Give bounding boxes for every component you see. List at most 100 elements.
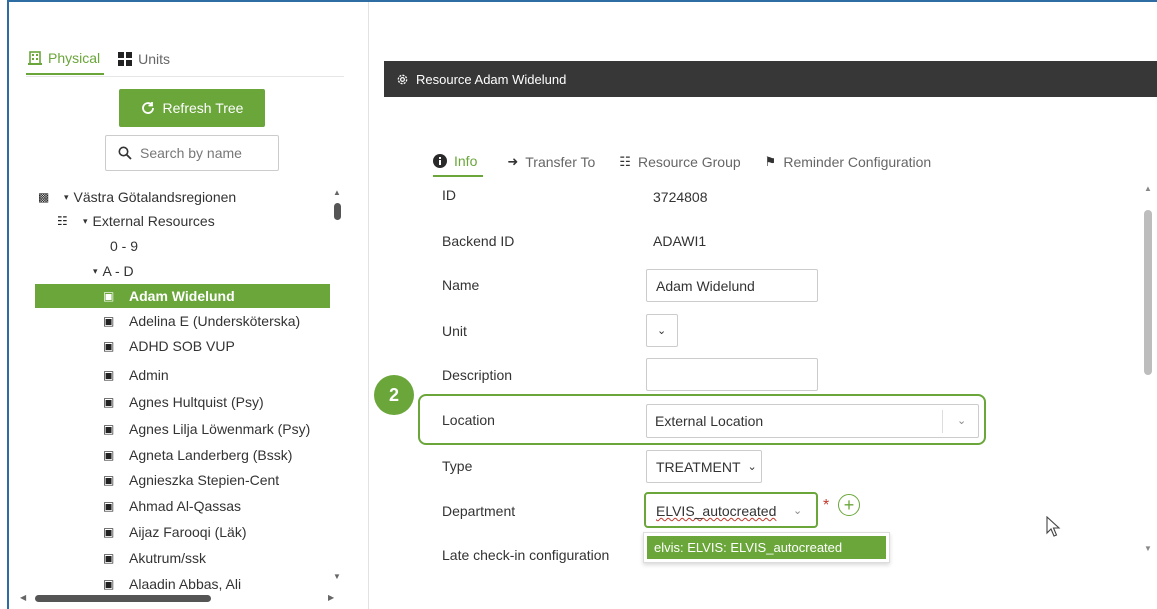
tree-item[interactable]: ▣ Agnes Hultquist (Psy): [103, 390, 264, 414]
tree-vertical-scrollbar[interactable]: ▲ ▼: [330, 180, 344, 586]
department-label: Department: [442, 503, 516, 519]
tree-node-external-resources[interactable]: ☷ ▾ External Resources: [57, 209, 215, 233]
tree-tabs: Physical Units: [26, 49, 186, 75]
backend-id-label: Backend ID: [442, 233, 515, 249]
resource-tabs: Info ➜ Transfer To ☷ Resource Group ⚑ Re…: [433, 147, 955, 177]
building-icon: [28, 51, 42, 65]
chevron-down-icon[interactable]: ⌄: [957, 414, 966, 427]
gear-icon: [397, 74, 408, 84]
tree-node-a-d[interactable]: ▾ A - D: [93, 259, 134, 283]
department-select-value: ELVIS_autocreated: [656, 503, 777, 519]
org-icon: ▩: [38, 190, 50, 204]
bell-icon: ⚑: [764, 154, 777, 169]
person-icon: ▣: [103, 422, 115, 436]
person-icon: ▣: [103, 473, 115, 487]
refresh-icon: [141, 102, 154, 114]
id-value: 3724808: [653, 189, 708, 205]
person-icon: ▣: [103, 314, 115, 328]
tab-units[interactable]: Units: [116, 49, 174, 75]
tab-transfer-label: Transfer To: [525, 154, 596, 170]
tree-item[interactable]: ▣ Agnieszka Stepien-Cent: [103, 468, 279, 492]
tree-item[interactable]: ▣ ADHD SOB VUP: [103, 334, 235, 358]
location-select[interactable]: External Location ⌄: [646, 404, 979, 438]
tree-item-label: Agneta Landerberg (Bssk): [129, 447, 293, 463]
name-input[interactable]: Adam Widelund: [646, 269, 818, 302]
tab-resource-group[interactable]: ☷ Resource Group: [619, 147, 740, 177]
tree-item-label: Agnieszka Stepien-Cent: [129, 472, 280, 488]
caret-down-icon[interactable]: ▾: [93, 266, 98, 277]
department-option[interactable]: elvis: ELVIS: ELVIS_autocreated: [647, 536, 886, 559]
tree-node-region[interactable]: ▩ ▾ Västra Götalandsregionen: [38, 185, 236, 209]
tree-item[interactable]: ▣ Agneta Landerberg (Bssk): [103, 443, 292, 467]
scroll-down-icon[interactable]: ▼: [333, 572, 341, 581]
tab-info-label: Info: [454, 153, 478, 169]
tab-physical[interactable]: Physical: [26, 49, 105, 75]
refresh-tree-label: Refresh Tree: [162, 100, 244, 116]
tree-item-label: Aijaz Farooqi (Läk): [129, 524, 247, 540]
scroll-thumb[interactable]: [1144, 210, 1152, 375]
grid-icon: [118, 52, 133, 66]
tab-resource-group-label: Resource Group: [637, 154, 741, 170]
scroll-right-icon[interactable]: ▶: [328, 593, 334, 602]
person-icon: ▣: [103, 525, 115, 539]
person-icon: ▣: [103, 368, 115, 382]
tree-item-label: Adelina E (Undersköterska): [129, 313, 301, 329]
tree-item-label: Akutrum/ssk: [129, 550, 207, 566]
person-icon: ▣: [103, 551, 115, 565]
scroll-thumb[interactable]: [35, 595, 211, 602]
tab-reminder-label: Reminder Configuration: [783, 154, 932, 170]
tree-item[interactable]: ▣ Adelina E (Undersköterska): [103, 309, 300, 333]
type-select-value: TREATMENT: [656, 458, 741, 475]
person-icon: ▣: [103, 499, 115, 513]
add-department-icon[interactable]: +: [838, 494, 860, 516]
form-vertical-scrollbar[interactable]: ▲ ▼: [1141, 180, 1155, 560]
tree-node-label: A - D: [102, 263, 134, 279]
person-icon: ▣: [103, 577, 115, 591]
tree-item[interactable]: ▣ Akutrum/ssk: [103, 546, 206, 570]
tree-item[interactable]: ▣ Admin: [103, 363, 169, 387]
scroll-down-icon[interactable]: ▼: [1144, 544, 1152, 553]
type-select[interactable]: TREATMENT ⌄: [646, 450, 762, 483]
tree-item[interactable]: ▣ Agnes Lilja Löwenmark (Psy): [103, 417, 310, 441]
required-marker: *: [823, 497, 830, 514]
tree-search-input[interactable]: Search by name: [105, 135, 279, 171]
tab-info[interactable]: Info: [433, 147, 484, 177]
tree-horizontal-scrollbar[interactable]: ◀ ▶: [20, 591, 338, 605]
tree-item[interactable]: ▣ Ahmad Al-Qassas: [103, 494, 241, 518]
chevron-down-icon: ⌄: [657, 325, 667, 337]
tree-item-label: Adam Widelund: [129, 288, 235, 304]
tree-node-0-9[interactable]: 0 - 9: [110, 234, 138, 258]
description-label: Description: [442, 367, 513, 383]
location-select-value: External Location: [655, 413, 764, 429]
scroll-up-icon[interactable]: ▲: [333, 188, 341, 197]
scroll-up-icon[interactable]: ▲: [1144, 184, 1152, 193]
tab-transfer-to[interactable]: ➜ Transfer To: [507, 147, 595, 177]
info-icon: [433, 154, 447, 168]
tab-physical-label: Physical: [48, 50, 101, 66]
person-icon: ▣: [103, 448, 115, 462]
scroll-thumb[interactable]: [334, 203, 341, 220]
tabs-divider: [26, 76, 344, 77]
resource-group-icon: ☷: [57, 214, 68, 228]
tab-units-label: Units: [138, 51, 171, 67]
scroll-left-icon[interactable]: ◀: [20, 593, 26, 602]
chevron-down-icon[interactable]: ⌄: [793, 504, 802, 517]
resource-header: Resource Adam Widelund: [384, 61, 1157, 97]
tree-node-label: External Resources: [92, 213, 215, 229]
unit-select[interactable]: ⌄: [646, 314, 678, 347]
name-label: Name: [442, 277, 480, 293]
resource-title: Resource Adam Widelund: [416, 71, 567, 87]
description-input[interactable]: [646, 358, 818, 391]
tab-reminder-configuration[interactable]: ⚑ Reminder Configuration: [765, 147, 932, 177]
department-dropdown: elvis: ELVIS: ELVIS_autocreated: [643, 532, 890, 563]
department-select[interactable]: ELVIS_autocreated ⌄: [644, 492, 818, 528]
tree-item-label: ADHD SOB VUP: [129, 338, 235, 354]
caret-down-icon[interactable]: ▾: [83, 216, 88, 227]
caret-down-icon[interactable]: ▾: [64, 192, 69, 203]
refresh-tree-button[interactable]: Refresh Tree: [119, 89, 265, 127]
late-checkin-label: Late check-in configuration: [442, 547, 610, 563]
step-badge: 2: [374, 375, 414, 415]
tree-item-selected[interactable]: ▣ Adam Widelund: [35, 284, 330, 308]
unit-label: Unit: [442, 323, 467, 339]
tree-item[interactable]: ▣ Aijaz Farooqi (Läk): [103, 520, 247, 544]
